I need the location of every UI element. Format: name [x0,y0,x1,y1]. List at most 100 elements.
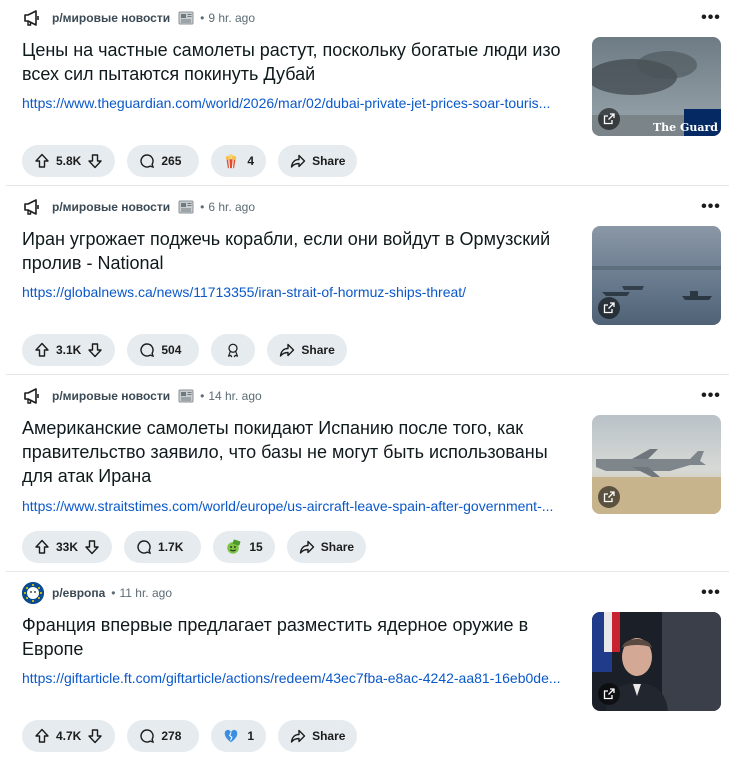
separator-dot: • [200,200,205,214]
post-time: 9 hr. ago [208,11,256,25]
upvote-icon[interactable] [34,539,50,555]
megaphone-icon[interactable] [22,385,44,407]
external-link-icon [598,108,620,130]
post-divider [6,374,729,375]
vote-control: 4.7K [22,720,116,752]
post-actions: 33K 1.7K 15 Share [22,531,367,563]
post-card[interactable]: р/мировые новости • 9 hr. ago ••• Цены н… [0,0,735,186]
share-icon [299,539,315,555]
post-time: 11 hr. ago [119,586,173,600]
europe-flag-icon[interactable] [22,582,44,604]
post-thumbnail[interactable] [592,226,721,325]
post-title[interactable]: Американские самолеты покидают Испанию п… [22,416,582,488]
subreddit-name[interactable]: р/европа [52,586,105,600]
post-time: 14 hr. ago [208,389,262,403]
comment-icon [139,728,155,744]
award-count: 1 [247,729,255,743]
more-options-icon[interactable]: ••• [697,4,725,32]
upvote-icon[interactable] [34,342,50,358]
award-button[interactable]: 4 [211,145,267,177]
award-count: 15 [249,540,263,554]
comments-button[interactable]: 1.7K [124,531,202,563]
share-label: Share [312,729,346,743]
post-actions: 4.7K 278 1 Share [22,720,358,752]
vote-count: 3.1K [56,343,82,357]
comment-count: 504 [161,343,182,357]
post-thumbnail[interactable] [592,415,721,514]
post-card[interactable]: р/мировые новости • 6 hr. ago ••• Иран у… [0,189,735,375]
downvote-icon[interactable] [87,153,103,169]
more-options-icon[interactable]: ••• [697,382,725,410]
more-options-icon[interactable]: ••• [697,193,725,221]
comment-icon [139,342,155,358]
downvote-icon[interactable] [87,728,103,744]
subreddit-name[interactable]: р/мировые новости [52,200,170,214]
share-button[interactable]: Share [267,334,347,366]
subreddit-name[interactable]: р/мировые новости [52,11,170,25]
upvote-icon[interactable] [34,153,50,169]
award-button[interactable]: 1 [211,720,267,752]
post-meta: р/мировые новости • 9 hr. ago [22,6,255,30]
broken-heart-icon [223,728,239,744]
post-link[interactable]: https://www.straitstimes.com/world/europ… [22,498,582,514]
post-title[interactable]: Иран угрожает поджечь корабли, если они … [22,227,582,275]
external-link-icon [598,297,620,319]
post-title[interactable]: Цены на частные самолеты растут, посколь… [22,38,582,86]
post-card[interactable]: р/европа • 11 hr. ago ••• Франция впервы… [0,575,735,758]
comment-count: 265 [161,154,182,168]
newspaper-icon [178,10,194,26]
newspaper-icon [178,199,194,215]
post-meta: р/мировые новости • 6 hr. ago [22,195,255,219]
share-button[interactable]: Share [286,531,367,563]
award-button[interactable] [211,334,256,366]
comments-button[interactable]: 504 [127,334,200,366]
external-link-icon [598,486,620,508]
comment-icon [136,539,152,555]
vote-control: 33K [22,531,113,563]
post-thumbnail[interactable]: The Guard [592,37,721,136]
share-button[interactable]: Share [278,145,358,177]
megaphone-icon[interactable] [22,7,44,29]
vote-count: 5.8K [56,154,82,168]
share-button[interactable]: Share [278,720,358,752]
post-meta: р/европа • 11 hr. ago [22,581,172,605]
megaphone-icon[interactable] [22,196,44,218]
post-thumbnail[interactable] [592,612,721,711]
upvote-icon[interactable] [34,728,50,744]
share-icon [290,153,306,169]
comments-button[interactable]: 265 [127,145,200,177]
downvote-icon[interactable] [84,539,100,555]
vote-control: 5.8K [22,145,116,177]
external-link-icon [598,683,620,705]
vote-control: 3.1K [22,334,116,366]
vote-count: 4.7K [56,729,82,743]
comment-count: 1.7K [158,540,184,554]
separator-dot: • [200,389,205,403]
post-divider [6,185,729,186]
post-time: 6 hr. ago [208,200,256,214]
comments-button[interactable]: 278 [127,720,200,752]
post-card[interactable]: р/мировые новости • 14 hr. ago ••• Амери… [0,378,735,572]
separator-dot: • [111,586,116,600]
award-icon [225,342,241,358]
share-icon [279,342,295,358]
subreddit-name[interactable]: р/мировые новости [52,389,170,403]
comment-count: 278 [161,729,182,743]
comment-icon [139,153,155,169]
post-feed: р/мировые новости • 9 hr. ago ••• Цены н… [0,0,735,758]
share-label: Share [320,540,355,554]
post-link[interactable]: https://giftarticle.ft.com/giftarticle/a… [22,670,582,686]
popcorn-icon [223,153,239,169]
post-divider [6,571,729,572]
more-options-icon[interactable]: ••• [697,579,725,607]
downvote-icon[interactable] [87,342,103,358]
newspaper-icon [178,388,194,404]
award-button[interactable]: 15 [213,531,275,563]
post-link[interactable]: https://www.theguardian.com/world/2026/m… [22,95,582,111]
share-label: Share [301,343,335,357]
post-link[interactable]: https://globalnews.ca/news/11713355/iran… [22,284,582,300]
post-actions: 3.1K 504 Share [22,334,347,366]
post-meta: р/мировые новости • 14 hr. ago [22,384,262,408]
money-face-icon [225,539,241,555]
post-title[interactable]: Франция впервые предлагает разместить яд… [22,613,582,661]
